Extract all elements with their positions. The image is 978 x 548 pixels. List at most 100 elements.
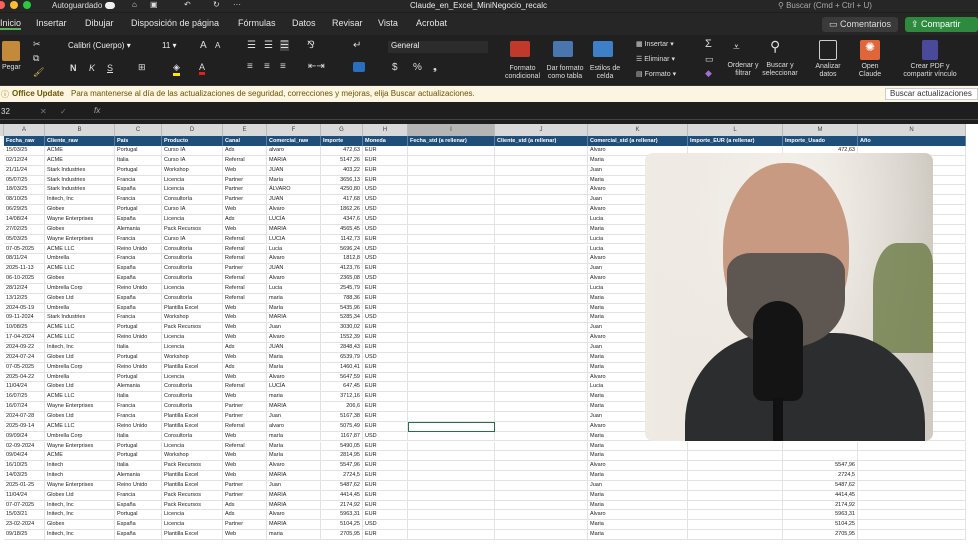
cell-I[interactable] [408, 303, 495, 314]
cell-J[interactable] [495, 333, 588, 343]
cell-H[interactable]: EUR [363, 490, 408, 501]
decrease-font-icon[interactable]: A [215, 41, 220, 50]
cell-B[interactable]: Umbrella Corp [45, 431, 115, 442]
cell-A[interactable]: 15/03/21 [4, 510, 45, 521]
table-header-cell[interactable]: Importe_Usado [783, 136, 858, 146]
cell-B[interactable]: Stark Industries [45, 165, 115, 176]
cell-I[interactable] [408, 155, 495, 166]
cell-C[interactable]: Francia [115, 490, 162, 501]
cell-H[interactable]: EUR [363, 146, 408, 156]
cell-E[interactable]: Web [223, 372, 267, 383]
cell-G[interactable]: 6539,79 [321, 352, 363, 363]
cell-J[interactable] [495, 195, 588, 206]
cell-E[interactable]: Web [223, 205, 267, 215]
cell-G[interactable]: 206,6 [321, 402, 363, 412]
cell-A[interactable]: 27/02/25 [4, 224, 45, 235]
cell-A[interactable]: 07-07-2025 [4, 500, 45, 511]
find-icon[interactable]: ⚲ [770, 38, 780, 55]
align-center-icon[interactable]: ≡ [264, 61, 270, 72]
cell-J[interactable] [495, 293, 588, 304]
cell-I[interactable] [408, 411, 495, 422]
cell-L[interactable] [688, 471, 783, 481]
cell-A[interactable]: 2025-11-13 [4, 264, 45, 275]
cell-J[interactable] [495, 480, 588, 491]
cell-J[interactable] [495, 175, 588, 186]
cell-G[interactable]: 2545,79 [321, 283, 363, 294]
cell-J[interactable] [495, 461, 588, 472]
cell-D[interactable]: Plantilla Excel [162, 471, 223, 481]
cell-E[interactable]: Ads [223, 214, 267, 225]
function-icon[interactable]: fx [94, 106, 100, 115]
cell-A[interactable]: 09-11-2024 [4, 313, 45, 324]
cell-G[interactable]: 3656,13 [321, 175, 363, 186]
cell-M[interactable]: 2724,5 [783, 471, 858, 481]
cell-C[interactable]: España [115, 303, 162, 314]
cell-F[interactable]: Lucia [267, 244, 321, 255]
align-middle-icon[interactable]: ☰ [264, 40, 273, 51]
cell-K[interactable]: Juan [588, 480, 688, 491]
cell-N[interactable] [858, 530, 966, 540]
tab-datos[interactable]: Datos [292, 18, 316, 28]
cell-M[interactable]: 2705,95 [783, 530, 858, 540]
cell-H[interactable]: EUR [363, 303, 408, 314]
cell-D[interactable]: Consultoría [162, 244, 223, 255]
font-size-select[interactable]: 11 ▾ [162, 41, 192, 53]
cell-H[interactable]: EUR [363, 480, 408, 491]
cell-E[interactable]: Referral [223, 382, 267, 393]
cell-J[interactable] [495, 146, 588, 156]
cell-L[interactable] [688, 461, 783, 472]
cell-D[interactable]: Consultoría [162, 293, 223, 304]
cell-G[interactable]: 1812,8 [321, 254, 363, 265]
cell-L[interactable] [688, 530, 783, 540]
cell-H[interactable]: EUR [363, 461, 408, 472]
cell-F[interactable]: MARIA [267, 500, 321, 511]
cell-J[interactable] [495, 372, 588, 383]
cell-L[interactable] [688, 500, 783, 511]
cell-F[interactable]: Alvaro [267, 510, 321, 521]
cell-G[interactable]: 2174,92 [321, 500, 363, 511]
format-painter-icon[interactable]: 🖌 [33, 67, 44, 78]
cell-D[interactable]: Licencia [162, 333, 223, 343]
cell-F[interactable]: María [267, 362, 321, 373]
cell-I[interactable] [408, 195, 495, 206]
cell-D[interactable]: Plantilla Excel [162, 303, 223, 314]
cell-L[interactable] [688, 510, 783, 521]
cell-F[interactable]: MARIA [267, 471, 321, 481]
cell-H[interactable]: EUR [363, 293, 408, 304]
cell-C[interactable]: España [115, 530, 162, 540]
cell-I[interactable] [408, 451, 495, 462]
cell-B[interactable]: Umbrella Corp [45, 283, 115, 294]
minimize-window-button[interactable] [10, 1, 18, 9]
cell-C[interactable]: Francia [115, 402, 162, 412]
column-header-A[interactable]: A [4, 124, 45, 136]
format-as-table-icon[interactable] [553, 41, 573, 57]
cell-E[interactable]: Referral [223, 283, 267, 294]
cell-J[interactable] [495, 274, 588, 284]
currency-icon[interactable]: $ [392, 62, 398, 73]
cell-D[interactable]: Pack Recursos [162, 500, 223, 511]
cell-B[interactable]: ACME LLC [45, 244, 115, 255]
sort-filter-icon[interactable]: ⩡ [733, 40, 740, 55]
underline-button[interactable]: S [107, 63, 113, 73]
percent-icon[interactable]: % [413, 62, 422, 73]
column-header-E[interactable]: E [223, 124, 267, 136]
cell-I[interactable] [408, 461, 495, 472]
tab-inicio[interactable]: Inicio [0, 18, 22, 30]
cell-H[interactable]: EUR [363, 421, 408, 432]
cell-B[interactable]: ACME [45, 146, 115, 156]
check-updates-button[interactable]: Buscar actualizaciones [885, 88, 978, 100]
fill-color-icon[interactable]: ◈ [173, 62, 180, 76]
table-header-cell[interactable]: Moneda [363, 136, 408, 146]
cell-D[interactable]: Pack Recursos [162, 461, 223, 472]
cell-D[interactable]: Licencia [162, 343, 223, 353]
cell-D[interactable]: Consultoría [162, 195, 223, 206]
number-format-select[interactable]: General [388, 41, 488, 53]
cell-K[interactable]: Maria [588, 500, 688, 511]
cell-B[interactable]: Initech, Inc [45, 500, 115, 511]
cell-G[interactable]: 788,36 [321, 293, 363, 304]
cell-F[interactable]: JUAN [267, 165, 321, 176]
cell-D[interactable]: Plantilla Excel [162, 421, 223, 432]
cell-B[interactable]: Wayne Enterprises [45, 402, 115, 412]
cell-M[interactable]: 2174,92 [783, 500, 858, 511]
column-header-J[interactable]: J [495, 124, 588, 136]
